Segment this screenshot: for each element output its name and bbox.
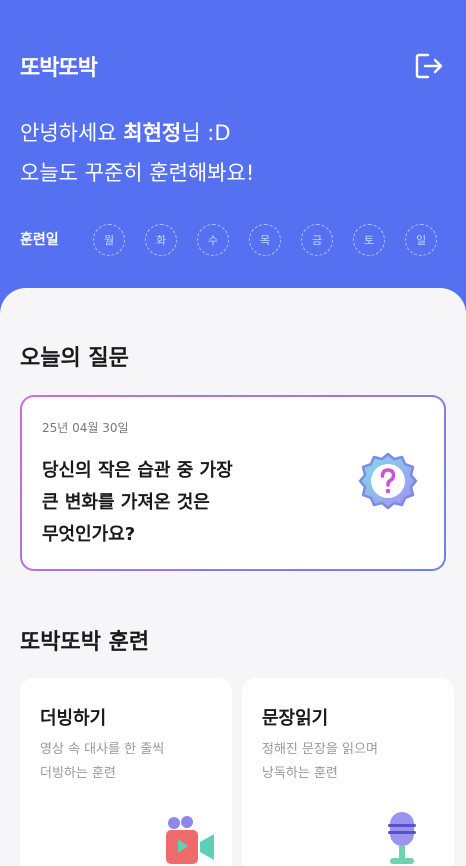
training-days-row: 월 화 수 목 금 토 일 (93, 224, 437, 256)
question-line: 무엇인가요? (42, 524, 136, 545)
sentence-reading-desc-line: 낭독하는 훈련 (262, 766, 338, 781)
day-tue: 화 (145, 224, 177, 256)
day-thu: 목 (249, 224, 281, 256)
question-date: 25년 04월 30일 (42, 421, 129, 435)
question-badge-icon (358, 452, 418, 510)
day-sun: 일 (405, 224, 437, 256)
app-logo: 또박또박 (20, 56, 98, 81)
sentence-reading-title: 문장읽기 (262, 708, 329, 729)
greeting-prefix: 안녕하세요 (20, 121, 124, 145)
dubbing-card[interactable]: 더빙하기 영상 속 대사를 한 줄씩 더빙하는 훈련 (20, 678, 232, 866)
dubbing-desc: 영상 속 대사를 한 줄씩 더빙하는 훈련 (40, 738, 220, 786)
header: 또박또박 안녕하세요 최현정님 :D 오늘도 꾸준히 훈련해봐요! 훈련일 월 … (0, 0, 466, 330)
day-sat: 토 (353, 224, 385, 256)
main-content: 오늘의 질문 25년 04월 30일 당신의 작은 습관 중 가장 큰 변화를 … (0, 288, 466, 866)
training-section-title: 또박또박 훈련 (20, 630, 150, 655)
dubbing-title: 더빙하기 (40, 708, 107, 729)
logout-icon (415, 53, 443, 79)
microphone-icon (388, 812, 416, 864)
question-text: 당신의 작은 습관 중 가장 큰 변화를 가져온 것은 무엇인가요? (42, 455, 342, 551)
video-camera-icon (166, 816, 214, 864)
day-fri: 금 (301, 224, 333, 256)
training-days-label: 훈련일 (20, 232, 59, 248)
dubbing-desc-line: 더빙하는 훈련 (40, 766, 116, 781)
question-line: 큰 변화를 가져온 것은 (42, 492, 210, 513)
question-card[interactable]: 25년 04월 30일 당신의 작은 습관 중 가장 큰 변화를 가져온 것은 … (20, 395, 446, 571)
question-section-title: 오늘의 질문 (20, 346, 129, 371)
sentence-reading-desc: 정해진 문장을 읽으며 낭독하는 훈련 (262, 738, 442, 786)
sentence-reading-desc-line: 정해진 문장을 읽으며 (262, 742, 378, 757)
greeting-suffix: 님 :D (181, 121, 231, 145)
logout-button[interactable] (414, 52, 446, 80)
question-line: 당신의 작은 습관 중 가장 (42, 460, 233, 481)
user-name: 최현정 (123, 121, 182, 145)
greeting-line-2: 오늘도 꾸준히 훈련해봐요! (20, 161, 255, 185)
day-wed: 수 (197, 224, 229, 256)
greeting-line-1: 안녕하세요 최현정님 :D (20, 118, 231, 148)
dubbing-desc-line: 영상 속 대사를 한 줄씩 (40, 742, 165, 757)
sentence-reading-card[interactable]: 문장읽기 정해진 문장을 읽으며 낭독하는 훈련 (242, 678, 454, 866)
day-mon: 월 (93, 224, 125, 256)
